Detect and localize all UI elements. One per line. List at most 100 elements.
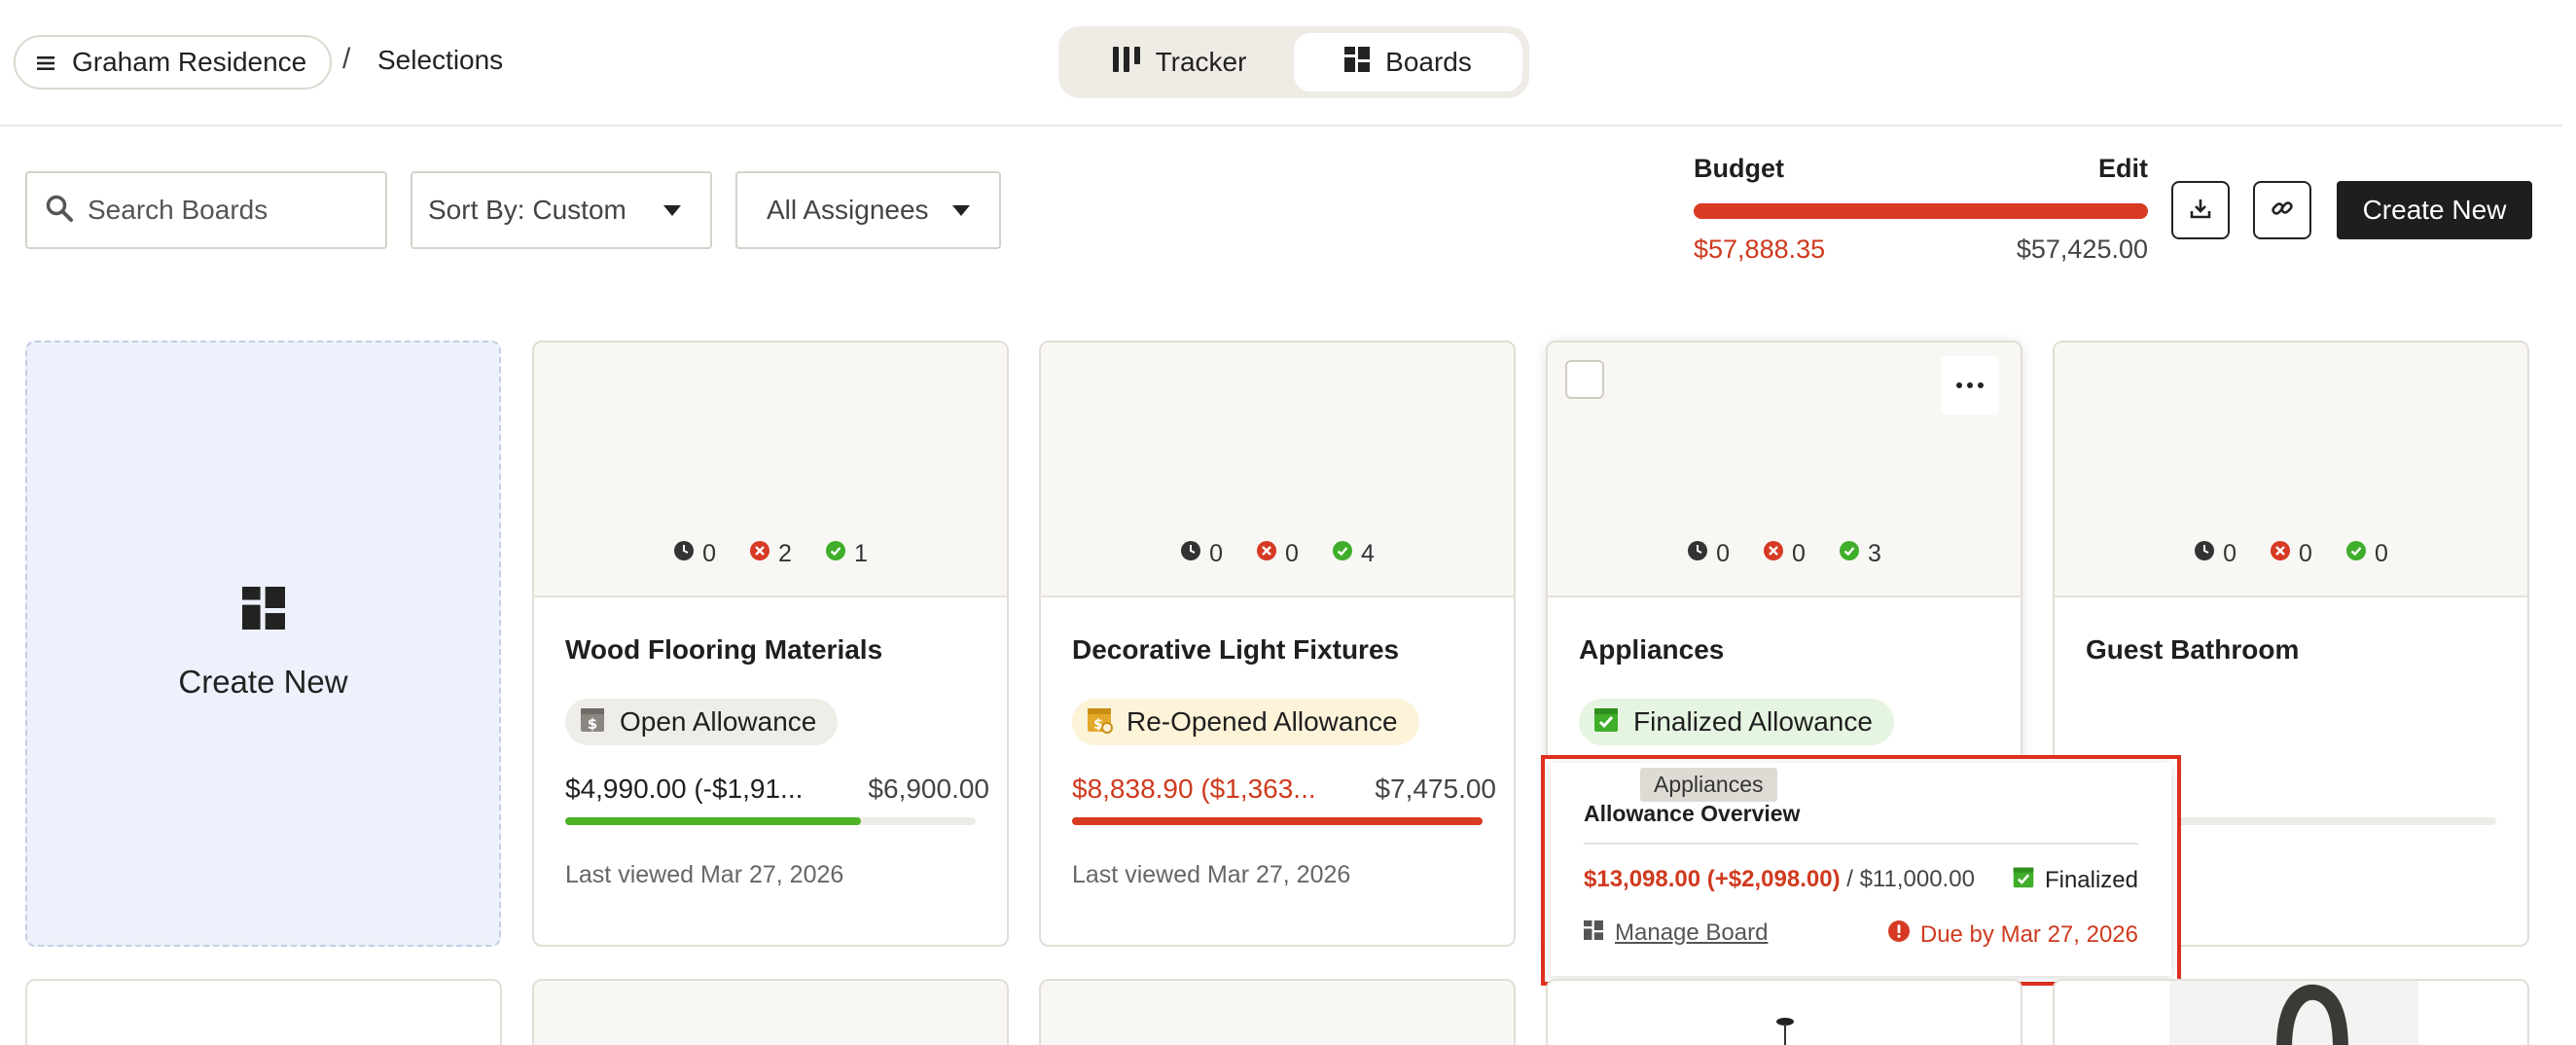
project-name: Graham Residence [72, 47, 307, 77]
svg-text:$: $ [1093, 717, 1103, 733]
allowance-progress [1072, 817, 1483, 825]
link-icon [2271, 197, 2294, 225]
assignee-dropdown[interactable]: All Assignees [735, 171, 1001, 249]
board-card[interactable]: 0 0 4 Decorative Light Fixtures $ Re-Ope… [1039, 341, 1516, 947]
board-amount: $4,990.00 (-$1,91... [565, 774, 804, 804]
allowance-finalized-icon [1592, 704, 1620, 740]
pending-count: 0 [1209, 540, 1224, 567]
more-icon [1956, 382, 1984, 388]
create-board-label: Create New [178, 664, 348, 700]
more-options-button[interactable] [1941, 356, 1999, 414]
boards-icon [241, 587, 285, 634]
board-title: Decorative Light Fixtures [1072, 634, 1400, 665]
status-label: Open Allowance [620, 706, 817, 737]
faucet-image [2169, 981, 2418, 1045]
breadcrumb-current: Selections [377, 45, 504, 75]
view-toggle: Tracker Boards [1058, 26, 1529, 98]
create-new-button[interactable]: Create New [2337, 181, 2532, 239]
board-thumbnail: 0 2 1 [534, 342, 1007, 597]
approved-icon [2345, 540, 2367, 568]
board-card[interactable] [25, 979, 502, 1045]
status-label: Re-Opened Allowance [1127, 706, 1398, 737]
pending-count: 0 [2223, 540, 2237, 567]
budget-summary: Budget Edit $57,888.35 $57,425.00 [1694, 154, 2148, 265]
chevron-down-icon [663, 205, 681, 216]
budget-progress-bar [1694, 203, 2148, 219]
sort-dropdown[interactable]: Sort By: Custom [411, 171, 712, 249]
pending-icon [1687, 540, 1708, 568]
board-allowance: $7,475.00 [1375, 774, 1496, 804]
search-input[interactable] [88, 195, 360, 226]
create-board-card[interactable]: Create New [25, 341, 501, 947]
boards-icon [1344, 46, 1371, 79]
pending-count: 0 [1716, 540, 1731, 567]
download-icon [2189, 197, 2212, 225]
boards-icon [1584, 919, 1603, 947]
board-card[interactable] [1546, 979, 2022, 1045]
manage-board-link[interactable]: Manage Board [1584, 919, 1768, 947]
status-badge: Finalized Allowance [1579, 699, 1894, 745]
board-thumbnail: 0 0 4 [1041, 342, 1514, 597]
pending-icon [673, 540, 695, 568]
allowance-finalized-icon [2012, 864, 2035, 896]
rejected-count: 0 [1792, 540, 1806, 567]
approved-icon [1332, 540, 1353, 568]
rejected-icon [1256, 540, 1277, 568]
rejected-count: 0 [1285, 540, 1299, 567]
board-card[interactable]: 0 2 1 Wood Flooring Materials $ Open All… [532, 341, 1009, 947]
approved-icon [825, 540, 846, 568]
alert-icon [1887, 919, 1911, 950]
download-button[interactable] [2171, 181, 2230, 239]
rejected-icon [749, 540, 770, 568]
pending-icon [1180, 540, 1201, 568]
board-name-tooltip: Appliances [1640, 768, 1777, 802]
board-card[interactable] [1039, 979, 1516, 1045]
budget-total: $57,425.00 [2016, 234, 2148, 264]
allowance-open-icon: $ [579, 704, 606, 740]
budget-spent: $57,888.35 [1694, 234, 1826, 264]
allowance-overview-popover: Allowance Overview $13,098.00 (+$2,098.0… [1541, 755, 2181, 986]
popover-amount-row: $13,098.00 (+$2,098.00) / $11,000.00 [1584, 866, 1975, 893]
tab-tracker-label: Tracker [1155, 47, 1247, 77]
board-thumbnail: 0 0 0 [2055, 342, 2527, 597]
board-title: Wood Flooring Materials [565, 634, 883, 665]
search-box [25, 171, 387, 249]
status-badge: $ Re-Opened Allowance [1072, 699, 1419, 745]
tab-boards[interactable]: Boards [1294, 33, 1522, 91]
board-card[interactable] [532, 979, 1009, 1045]
status-badge: $ Open Allowance [565, 699, 839, 745]
board-thumbnail: 0 0 3 [1548, 342, 2021, 597]
rejected-count: 0 [2299, 540, 2312, 567]
rejected-icon [1763, 540, 1784, 568]
board-allowance: $6,900.00 [868, 774, 989, 804]
top-bar: Graham Residence / Selections Tracker Bo… [0, 0, 2562, 126]
approved-count: 4 [1360, 540, 1375, 567]
allowance-progress [565, 817, 976, 825]
breadcrumb-separator: / [342, 43, 351, 75]
board-card[interactable] [2053, 979, 2529, 1045]
pending-icon [2194, 540, 2215, 568]
tab-tracker[interactable]: Tracker [1065, 33, 1294, 91]
approved-count: 3 [1867, 540, 1881, 567]
budget-edit-link[interactable]: Edit [2098, 154, 2148, 184]
select-checkbox[interactable] [1565, 360, 1604, 399]
approved-icon [1839, 540, 1860, 568]
popover-allowance: $11,000.00 [1859, 866, 1975, 892]
board-title: Appliances [1579, 634, 1725, 665]
popover-status: Finalized [2012, 864, 2138, 896]
due-date: Due by Mar 27, 2026 [1887, 919, 2138, 950]
budget-label: Budget [1694, 154, 1784, 183]
rejected-icon [2270, 540, 2291, 568]
project-menu-button[interactable]: Graham Residence [14, 35, 333, 90]
assignee-label: All Assignees [767, 195, 929, 225]
search-icon [45, 194, 74, 228]
popover-amount: $13,098.00 (+$2,098.00) [1584, 866, 1841, 892]
popover-status-label: Finalized [2044, 866, 2138, 893]
share-link-button[interactable] [2253, 181, 2311, 239]
pendant-light-image [1773, 1016, 1797, 1045]
last-viewed: Last viewed Mar 27, 2026 [565, 861, 844, 888]
chevron-down-icon [952, 205, 970, 216]
status-label: Finalized Allowance [1633, 706, 1873, 737]
popover-separator: / [1846, 866, 1853, 892]
approved-count: 1 [853, 540, 868, 567]
